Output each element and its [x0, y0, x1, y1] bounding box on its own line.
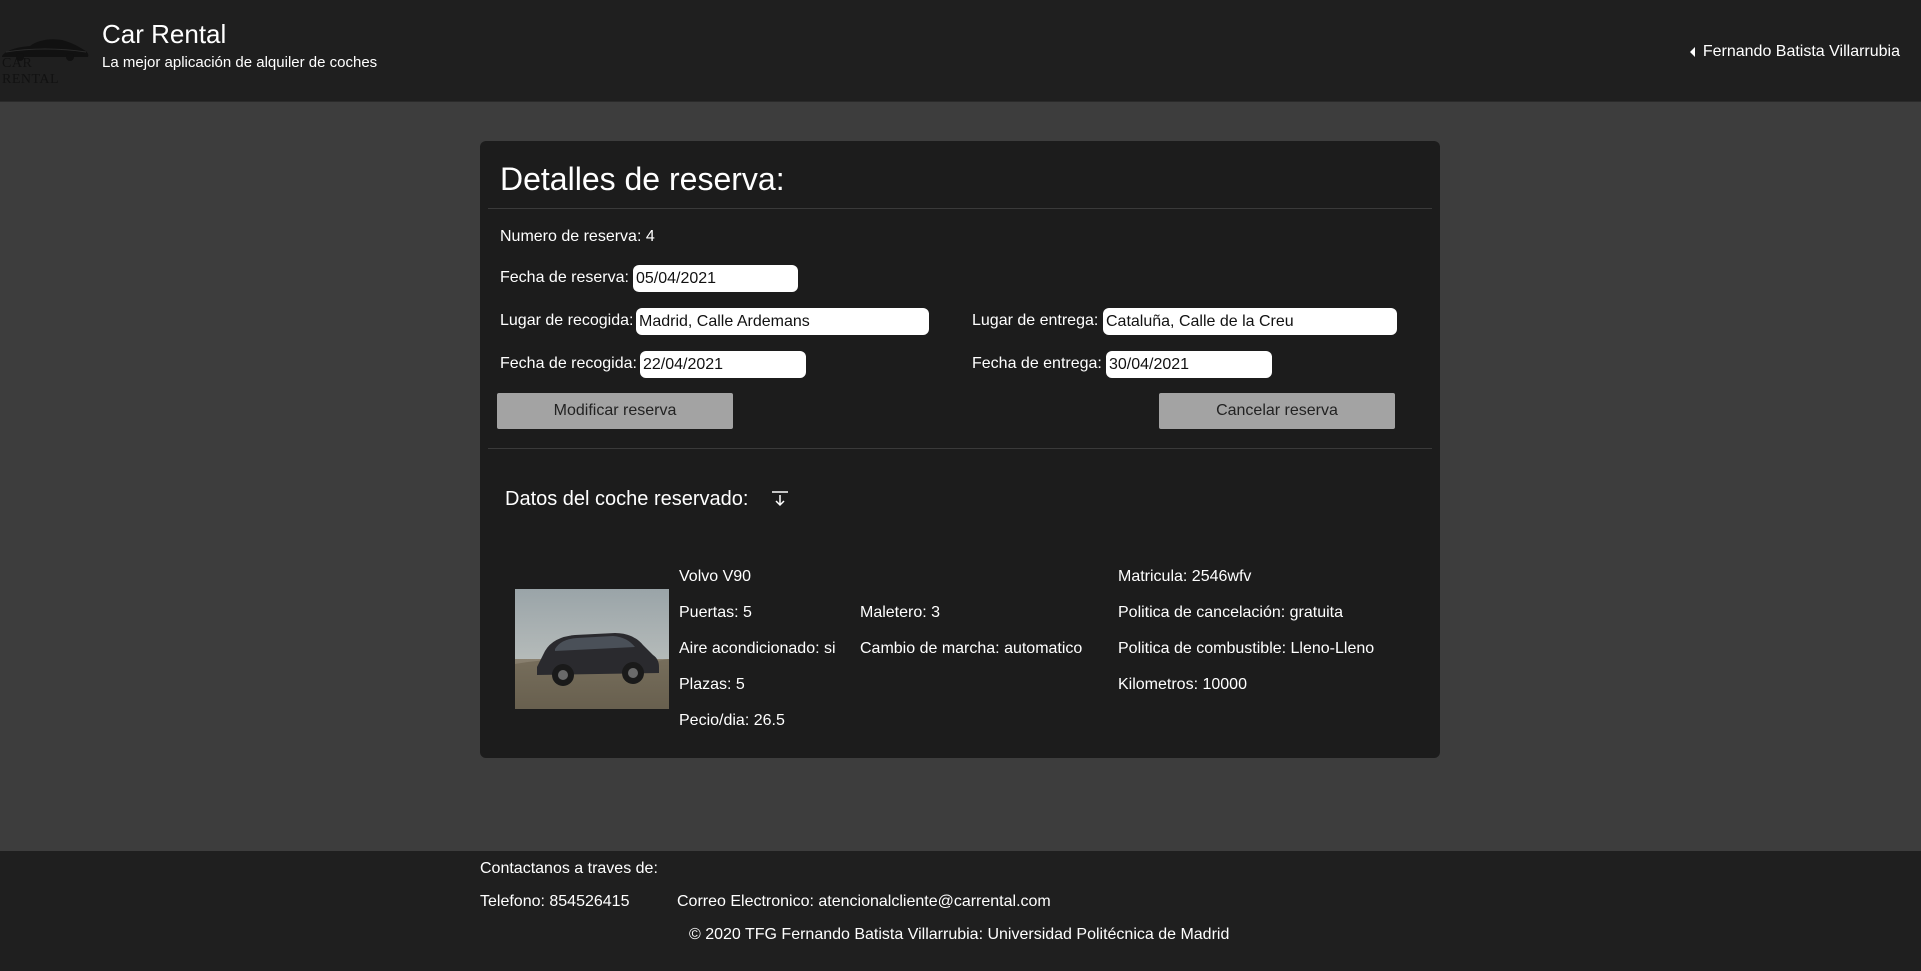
delivery-date-label: Fecha de entrega: [972, 355, 1102, 372]
booking-date-label: Fecha de reserva: [500, 269, 629, 286]
delivery-place-field[interactable] [1103, 308, 1397, 335]
car-air-conditioning: Aire acondicionado: si [679, 640, 836, 657]
car-kilometers: Kilometros: 10000 [1118, 676, 1247, 693]
caret-left-icon [1689, 47, 1695, 57]
car-fuel-policy: Politica de combustible: Lleno-Lleno [1118, 640, 1375, 657]
copyright: © 2020 TFG Fernando Batista Villarrubia:… [689, 926, 1230, 943]
car-plate: Matricula: 2546wfv [1118, 568, 1252, 585]
download-arrow-icon[interactable] [770, 489, 790, 509]
car-model: Volvo V90 [679, 568, 752, 585]
divider [488, 208, 1432, 209]
car-cancellation-policy: Politica de cancelación: gratuita [1118, 604, 1344, 621]
car-seats: Plazas: 5 [679, 676, 745, 693]
booking-date-field[interactable] [633, 265, 798, 292]
logo-text: CAR RENTAL [2, 56, 60, 87]
contact-heading: Contactanos a traves de: [480, 860, 658, 877]
pickup-date-label: Fecha de recogida: [500, 355, 637, 372]
car-section-title: Datos del coche reservado: [505, 488, 749, 510]
reservation-number: Numero de reserva: 4 [500, 228, 655, 245]
pickup-place-field[interactable] [636, 308, 929, 335]
app-title: Car Rental [102, 19, 227, 49]
user-menu[interactable]: Fernando Batista Villarrubia [1689, 43, 1900, 61]
delivery-date-field[interactable] [1106, 351, 1272, 378]
cancel-reservation-button[interactable]: Cancelar reserva [1159, 393, 1395, 429]
page-title: Detalles de reserva: [500, 161, 785, 197]
car-gearbox: Cambio de marcha: automatico [860, 640, 1083, 657]
page-footer: Contactanos a traves de: Telefono: 85452… [0, 851, 1921, 971]
top-header: CAR RENTAL Car Rental La mejor aplicació… [0, 0, 1921, 102]
pickup-date-field[interactable] [640, 351, 806, 378]
contact-email[interactable]: Correo Electronico: atencionalcliente@ca… [677, 893, 1051, 911]
reservation-details-card: Detalles de reserva: Numero de reserva: … [480, 141, 1440, 758]
contact-phone: Telefono: 854526415 [480, 893, 630, 910]
user-name: Fernando Batista Villarrubia [1702, 43, 1900, 60]
divider [488, 448, 1432, 449]
app-subtitle: La mejor aplicación de alquiler de coche… [102, 54, 378, 71]
car-image [515, 589, 669, 709]
car-trunk: Maletero: 3 [860, 604, 941, 621]
car-rental-logo[interactable]: CAR RENTAL [0, 30, 90, 87]
car-price-per-day: Pecio/dia: 26.5 [679, 712, 785, 729]
delivery-place-label: Lugar de entrega: [972, 312, 1099, 329]
pickup-place-label: Lugar de recogida: [500, 312, 634, 329]
car-doors: Puertas: 5 [679, 604, 752, 621]
modify-reservation-button[interactable]: Modificar reserva [497, 393, 733, 429]
